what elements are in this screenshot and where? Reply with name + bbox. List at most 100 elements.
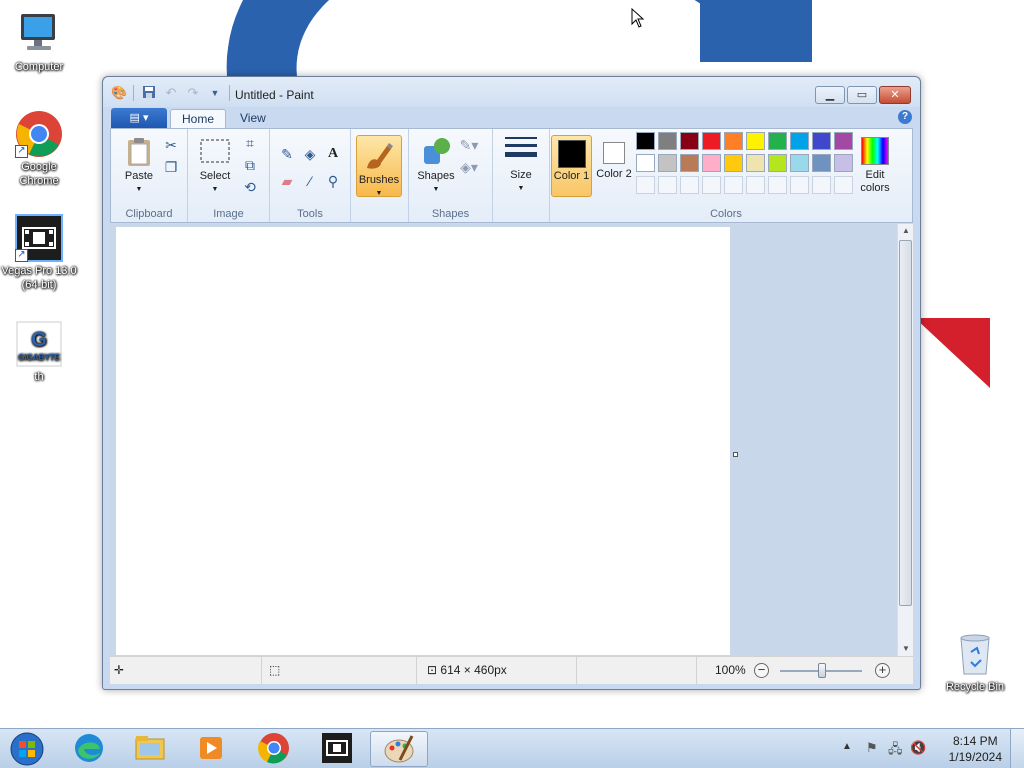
crop-icon[interactable]: ⌗ xyxy=(240,133,260,153)
canvas-size-icon: ⊡ xyxy=(427,663,438,677)
scroll-up-icon[interactable]: ▲ xyxy=(898,224,914,238)
color-swatch[interactable] xyxy=(834,132,853,150)
shapes-button[interactable]: Shapes ▼ xyxy=(413,136,459,196)
vertical-scrollbar[interactable]: ▲ ▼ xyxy=(897,224,913,656)
desktop-icon-chrome[interactable]: ↗ Google Chrome xyxy=(1,110,77,188)
fill-icon[interactable]: ◈ xyxy=(300,144,320,164)
size-icon xyxy=(505,135,537,167)
color-swatch[interactable] xyxy=(724,154,743,172)
color-swatch[interactable] xyxy=(812,132,831,150)
color1-button[interactable]: Color 1 xyxy=(551,135,592,197)
color-swatch[interactable] xyxy=(702,176,721,194)
recycle-bin-icon xyxy=(951,630,999,678)
desktop-icon-th[interactable]: G GIGABYTE th xyxy=(1,320,77,384)
color-swatch[interactable] xyxy=(636,154,655,172)
close-button[interactable]: ✕ xyxy=(879,86,911,104)
taskbar-media-player[interactable] xyxy=(182,731,240,767)
color-swatch[interactable] xyxy=(768,154,787,172)
window-title: Untitled - Paint xyxy=(235,88,314,102)
tab-view[interactable]: View xyxy=(229,109,277,129)
color-swatch[interactable] xyxy=(790,154,809,172)
canvas-resize-handle[interactable] xyxy=(733,452,738,457)
resize-icon[interactable]: ⧉ xyxy=(240,155,260,175)
color-swatch[interactable] xyxy=(702,132,721,150)
color-swatch[interactable] xyxy=(680,176,699,194)
desktop-icon-recycle-bin[interactable]: Recycle Bin xyxy=(937,630,1013,694)
magnifier-icon[interactable]: ⚲ xyxy=(323,171,343,191)
color-swatch[interactable] xyxy=(702,154,721,172)
customize-qat-icon[interactable]: ▼ xyxy=(207,85,223,101)
taskbar-chrome[interactable] xyxy=(245,731,303,767)
show-desktop-button[interactable] xyxy=(1010,729,1024,768)
zoom-in-button[interactable]: + xyxy=(875,663,890,678)
chrome-icon xyxy=(258,733,289,764)
color-swatch[interactable] xyxy=(636,132,655,150)
cut-icon[interactable]: ✂ xyxy=(161,135,181,155)
media-player-icon xyxy=(200,737,222,759)
color-swatch[interactable] xyxy=(680,132,699,150)
color-swatch[interactable] xyxy=(658,132,677,150)
paint-app-icon[interactable]: 🎨 xyxy=(111,85,127,101)
save-icon[interactable] xyxy=(141,85,157,101)
undo-icon[interactable]: ↶ xyxy=(163,85,179,101)
drawing-canvas[interactable] xyxy=(116,227,730,655)
redo-icon[interactable]: ↷ xyxy=(185,85,201,101)
scroll-thumb[interactable] xyxy=(899,240,912,606)
taskbar-vegas[interactable] xyxy=(308,731,366,767)
scroll-down-icon[interactable]: ▼ xyxy=(898,642,914,656)
color2-swatch xyxy=(603,142,625,164)
start-button[interactable] xyxy=(5,731,49,767)
color-swatch[interactable] xyxy=(746,132,765,150)
color-swatch[interactable] xyxy=(812,176,831,194)
text-icon[interactable]: A xyxy=(323,144,343,164)
rotate-icon[interactable]: ⟲ xyxy=(240,177,260,197)
color-swatch[interactable] xyxy=(724,176,743,194)
minimize-button[interactable]: ▁ xyxy=(815,86,845,104)
select-button[interactable]: Select ▼ xyxy=(192,136,238,196)
help-icon[interactable]: ? xyxy=(898,110,912,124)
color-swatch[interactable] xyxy=(746,154,765,172)
zoom-out-button[interactable]: − xyxy=(754,663,769,678)
edit-colors-button[interactable]: Edit colors xyxy=(852,135,898,195)
network-icon[interactable]: 🖧 xyxy=(888,740,903,762)
title-bar[interactable]: 🎨 ↶ ↷ ▼ Untitled - Paint ▁ ▭ ✕ xyxy=(103,77,920,107)
color-swatch[interactable] xyxy=(768,132,787,150)
color-swatch[interactable] xyxy=(658,176,677,194)
pencil-icon[interactable]: ✎ xyxy=(277,144,297,164)
tab-home[interactable]: Home xyxy=(170,109,227,129)
maximize-button[interactable]: ▭ xyxy=(847,86,877,104)
color-swatch[interactable] xyxy=(658,154,677,172)
color-picker-icon[interactable]: ⁄ xyxy=(300,171,320,191)
zoom-slider-thumb[interactable] xyxy=(818,663,826,678)
brushes-button[interactable]: Brushes ▼ xyxy=(356,135,402,197)
color-swatch[interactable] xyxy=(790,176,809,194)
color-swatch[interactable] xyxy=(724,132,743,150)
color-swatch[interactable] xyxy=(834,176,853,194)
outline-icon[interactable]: ✎▾ xyxy=(459,135,479,155)
color-swatch[interactable] xyxy=(812,154,831,172)
copy-icon[interactable]: ❐ xyxy=(161,157,181,177)
color-swatch[interactable] xyxy=(746,176,765,194)
color-swatch[interactable] xyxy=(768,176,787,194)
size-button[interactable]: Size ▼ xyxy=(499,135,543,195)
color-swatch[interactable] xyxy=(790,132,809,150)
taskbar-edge[interactable] xyxy=(60,731,118,767)
fill-shape-icon[interactable]: ◈▾ xyxy=(459,157,479,177)
mouse-cursor-icon xyxy=(631,8,645,28)
paste-button[interactable]: Paste ▼ xyxy=(117,136,161,196)
desktop-icon-label: Google Chrome xyxy=(19,161,59,187)
clock[interactable]: 8:14 PM 1/19/2024 xyxy=(949,733,1002,765)
eraser-icon[interactable]: ▰ xyxy=(277,171,297,191)
desktop-icon-vegas[interactable]: ↗ Vegas Pro 13.0 (64-bit) xyxy=(1,214,77,292)
taskbar-explorer[interactable] xyxy=(121,731,179,767)
color-swatch[interactable] xyxy=(834,154,853,172)
action-center-icon[interactable]: ⚑ xyxy=(866,740,878,756)
desktop-icon-computer[interactable]: Computer xyxy=(1,10,77,74)
volume-muted-icon[interactable]: 🔇 xyxy=(910,740,926,756)
paint-menu-button[interactable]: ▤ ▾ xyxy=(111,108,167,128)
show-hidden-icons[interactable]: ▲ xyxy=(842,741,852,752)
taskbar-paint[interactable] xyxy=(370,731,428,767)
color-swatch[interactable] xyxy=(636,176,655,194)
color-swatch[interactable] xyxy=(680,154,699,172)
color2-button[interactable]: Color 2 xyxy=(595,135,633,197)
